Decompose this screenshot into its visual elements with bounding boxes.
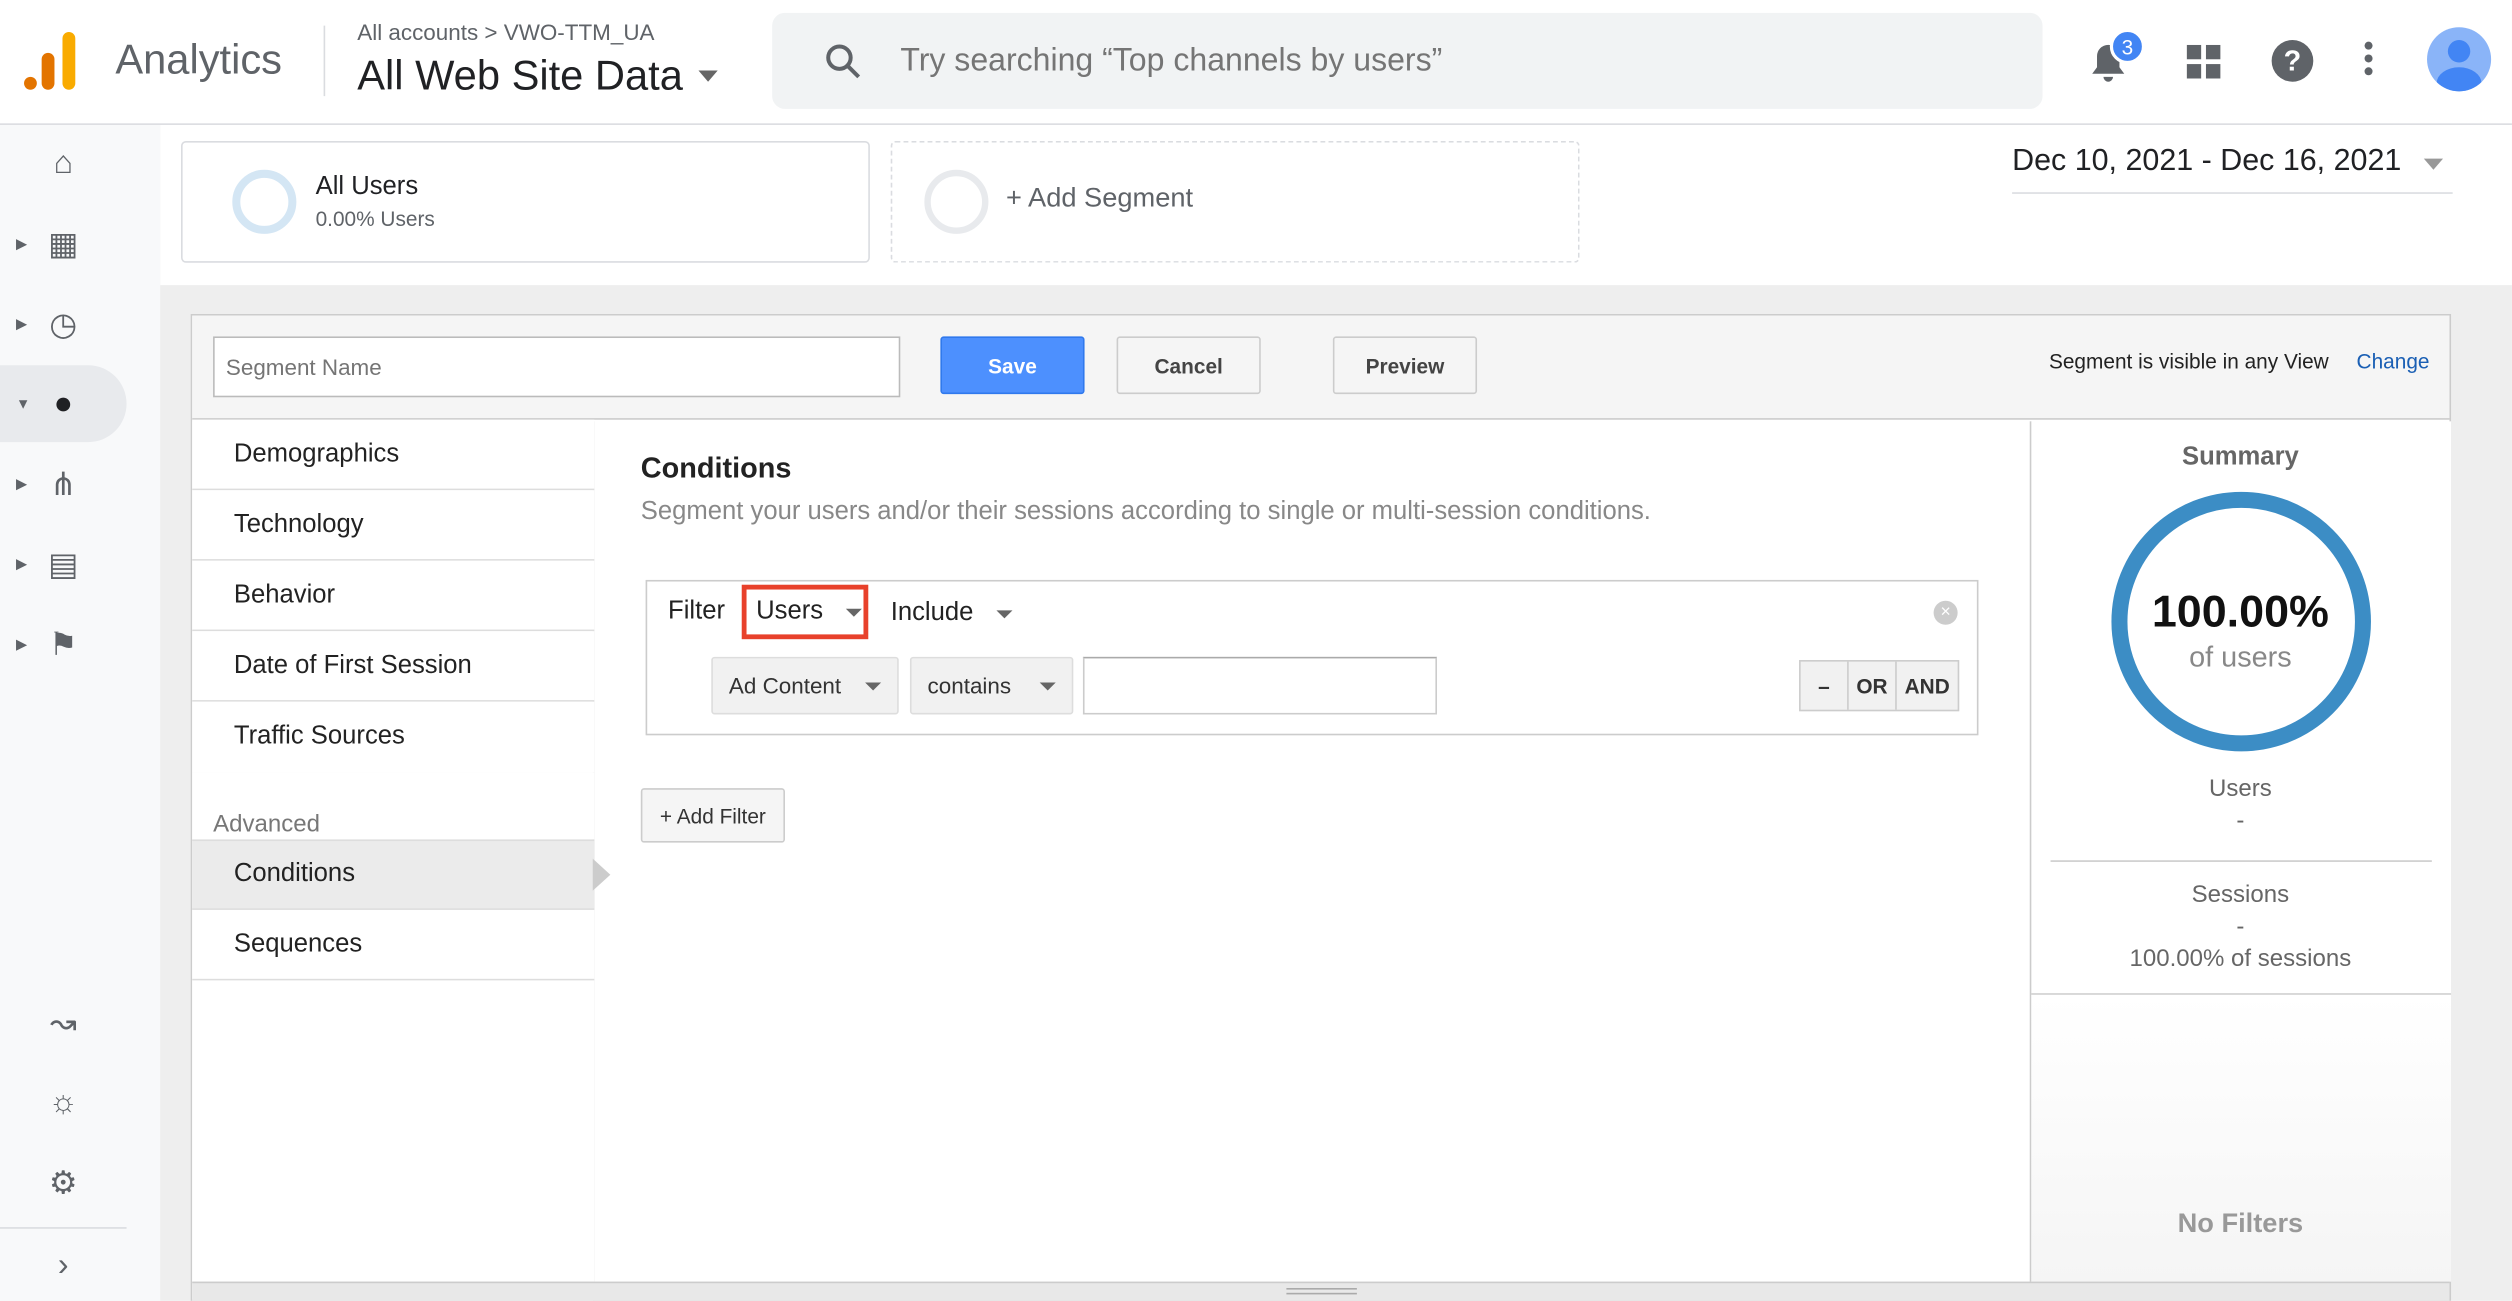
scope-dropdown[interactable]: Users <box>741 584 869 640</box>
chevron-down-icon <box>698 70 719 82</box>
admin-gear-icon[interactable]: ⚙ <box>0 1144 127 1221</box>
divider <box>323 25 326 97</box>
avatar[interactable] <box>2427 27 2492 92</box>
users-label: Users <box>2209 775 2272 803</box>
home-icon[interactable]: ⌂ <box>0 125 127 202</box>
nav-demographics[interactable]: Demographics <box>192 419 595 491</box>
add-filter-button[interactable]: + Add Filter <box>640 788 785 843</box>
save-button[interactable]: Save <box>940 336 1085 395</box>
nav-sequences[interactable]: Sequences <box>192 909 595 981</box>
breadcrumb[interactable]: All accounts > VWO-TTM_UA <box>357 19 654 45</box>
summary-of-users: of users <box>2189 640 2292 673</box>
help-icon[interactable]: ? <box>2271 40 2314 82</box>
segment-ring <box>924 169 989 234</box>
segment-ring <box>232 169 297 234</box>
nav-traffic-sources[interactable]: Traffic Sources <box>192 701 595 773</box>
and-button[interactable]: AND <box>1897 662 1958 710</box>
or-button[interactable]: OR <box>1849 661 1897 710</box>
cancel-button[interactable]: Cancel <box>1116 336 1261 395</box>
dimension-value: Ad Content <box>728 672 842 699</box>
conditions-subtitle: Segment your users and/or their sessions… <box>640 498 1651 526</box>
segment-card-all-users[interactable]: All Users 0.00% Users <box>181 140 870 263</box>
date-range: Dec 10, 2021 - Dec 16, 2021 <box>2012 144 2402 178</box>
realtime-clock-icon[interactable]: ▶ ◷ <box>0 285 127 362</box>
chevron-down-icon <box>2423 158 2443 170</box>
dimension-dropdown[interactable]: Ad Content <box>711 656 899 715</box>
nav-behavior[interactable]: Behavior <box>192 560 595 632</box>
nav-conditions[interactable]: Conditions <box>192 839 595 910</box>
customization-icon[interactable]: ▶ ▦ <box>0 205 127 282</box>
search-input[interactable] <box>900 42 2022 80</box>
search-icon <box>826 44 861 79</box>
users-value: - <box>2236 807 2245 835</box>
apps-grid-icon[interactable] <box>2186 44 2222 80</box>
notifications-button[interactable]: 3 <box>2087 28 2146 91</box>
segment-name: All Users <box>315 173 419 201</box>
sessions-value: - <box>2236 913 2245 941</box>
visibility-text: Segment is visible in any View <box>2048 349 2329 374</box>
nav-date-of-first-session[interactable]: Date of First Session <box>192 631 595 702</box>
behavior-icon[interactable]: ▶ ▤ <box>0 525 127 602</box>
summary-title: Summary <box>2181 443 2299 471</box>
resize-handle[interactable] <box>192 1281 2450 1301</box>
sessions-label: Sessions <box>2191 881 2290 909</box>
include-value: Include <box>890 599 974 627</box>
more-vert-icon[interactable] <box>2364 41 2375 76</box>
analytics-logo <box>24 32 76 90</box>
segment-name-input[interactable] <box>213 336 901 398</box>
audience-person-icon[interactable]: ▼ ● <box>0 365 127 443</box>
operator-dropdown[interactable]: contains <box>909 656 1074 715</box>
expand-chevron-icon[interactable]: › <box>0 1227 127 1301</box>
scope-value: Users <box>756 597 824 625</box>
chevron-down-icon <box>865 681 882 690</box>
change-link[interactable]: Change <box>2357 349 2430 373</box>
filter-value-input[interactable] <box>1082 656 1437 715</box>
conditions-title: Conditions <box>640 451 792 484</box>
filter-label: Filter <box>668 597 726 625</box>
acquisition-icon[interactable]: ▶ ⋔ <box>0 445 127 522</box>
remove-filter-icon[interactable]: × <box>1933 600 1958 625</box>
nav-technology[interactable]: Technology <box>192 490 595 561</box>
include-dropdown[interactable]: Include <box>891 599 1012 628</box>
no-filters-text: No Filters <box>2177 1207 2304 1239</box>
conversions-flag-icon[interactable]: ▶ ⚑ <box>0 606 127 683</box>
filter-box: Filter Users Include × Ad Content contai… <box>645 579 1979 736</box>
chevron-down-icon <box>845 607 862 616</box>
left-rail: ⌂ ▶ ▦ ▶ ◷ ▼ ● ▶ ⋔ ▶ ▤ ▶ ⚑ ↝ ☼ ⚙ › <box>0 124 161 1301</box>
sessions-percent: 100.00% of sessions <box>2129 945 2352 973</box>
top-header: Analytics All accounts > VWO-TTM_UA All … <box>0 0 2512 125</box>
divider <box>2050 860 2432 862</box>
search-bar[interactable] <box>772 12 2043 109</box>
operator-value: contains <box>927 672 1012 699</box>
summary-percent: 100.00% <box>2151 586 2329 636</box>
date-range-picker[interactable]: Dec 10, 2021 - Dec 16, 2021 <box>2012 144 2453 194</box>
attribution-icon[interactable]: ↝ <box>0 984 127 1061</box>
remove-condition-button[interactable]: – <box>1801 661 1849 710</box>
chevron-down-icon <box>1039 681 1056 690</box>
active-pointer <box>592 858 611 891</box>
insights-bulb-icon[interactable]: ☼ <box>0 1064 127 1141</box>
property-selector[interactable]: All Web Site Data <box>357 51 719 101</box>
property-name: All Web Site Data <box>357 51 683 100</box>
notification-badge: 3 <box>2109 28 2146 65</box>
segment-value: 0.00% Users <box>315 206 435 231</box>
app-name: Analytics <box>115 35 283 84</box>
add-segment-label: + Add Segment <box>1006 182 1194 214</box>
preview-button[interactable]: Preview <box>1332 336 1478 395</box>
advanced-label: Advanced <box>213 810 320 838</box>
add-segment-button[interactable]: + Add Segment <box>890 140 1580 263</box>
chevron-down-icon <box>995 609 1012 618</box>
